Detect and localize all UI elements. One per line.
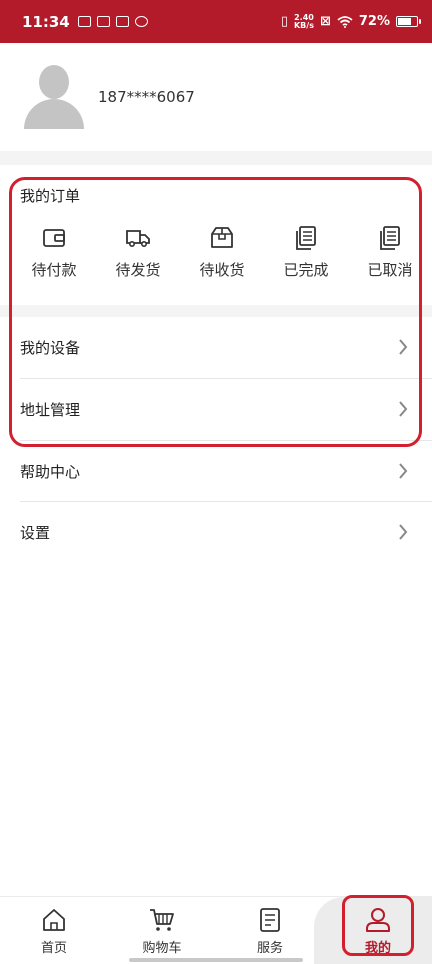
chevron-right-icon <box>399 401 408 417</box>
truck-icon <box>126 230 150 247</box>
menu-item-settings[interactable]: 设置 <box>0 502 432 563</box>
home-indicator[interactable] <box>129 958 303 962</box>
menu-item-address[interactable]: 地址管理 <box>0 379 432 440</box>
user-icon <box>366 908 390 932</box>
net-speed: 2.40 KB/s <box>293 12 314 30</box>
order-label: 待付款 <box>31 261 77 279</box>
menu-item-my-devices[interactable]: 我的设备 <box>0 317 432 378</box>
order-label: 已完成 <box>283 261 329 279</box>
menu-item-label: 帮助中心 <box>20 463 81 481</box>
menu-item-label: 设置 <box>20 524 51 542</box>
menu-item-help[interactable]: 帮助中心 <box>0 441 432 502</box>
chevron-right-icon <box>399 524 408 540</box>
order-pending-shipment[interactable]: 待发货 <box>96 225 180 280</box>
status-right: ▯ 2.40 KB/s ⊠ 72% <box>280 12 421 30</box>
tab-label: 服务 <box>256 941 283 956</box>
tab-cart[interactable]: 购物车 <box>134 897 190 964</box>
status-bar: 11:34 ▯ 2.40 KB/s ⊠ 72% <box>0 0 432 43</box>
section-gap <box>0 305 432 317</box>
my-orders-section: 我的订单 待付款 待发货 待收货 已完成 已取消 <box>0 165 432 305</box>
phone-number: 187****6067 <box>98 88 195 106</box>
sim-off-icon: ⊠ <box>319 14 331 29</box>
mail-icon <box>77 16 91 27</box>
bottom-tab-bar: 首页 购物车 服务 我的 <box>0 896 432 964</box>
orders-title: 我的订单 <box>20 187 81 205</box>
document-icon <box>296 226 316 250</box>
tab-label: 购物车 <box>142 941 182 956</box>
order-pending-receipt[interactable]: 待收货 <box>180 225 264 280</box>
vibrate-icon: ▯ <box>280 14 288 29</box>
home-icon <box>43 909 65 931</box>
wifi-icon <box>337 15 353 28</box>
box-icon <box>211 227 233 248</box>
section-gap <box>0 151 432 165</box>
chevron-right-icon <box>399 463 408 479</box>
tab-label: 首页 <box>40 941 67 956</box>
menu-item-label: 地址管理 <box>20 401 81 419</box>
chevron-right-icon <box>399 339 408 355</box>
video-app-icon <box>96 16 110 27</box>
tab-service[interactable]: 服务 <box>247 897 293 964</box>
order-label: 待收货 <box>199 261 245 279</box>
order-cancelled[interactable]: 已取消 <box>348 225 432 280</box>
order-label: 已取消 <box>367 261 413 279</box>
wallet-icon <box>43 229 65 247</box>
tab-label: 我的 <box>364 941 391 956</box>
status-time: 11:34 <box>22 12 70 31</box>
order-pending-payment[interactable]: 待付款 <box>12 225 96 280</box>
notification-icons <box>77 16 148 27</box>
order-label: 待发货 <box>115 261 161 279</box>
tab-mine[interactable]: 我的 <box>353 897 403 964</box>
tab-home[interactable]: 首页 <box>31 897 77 964</box>
order-completed[interactable]: 已完成 <box>264 225 348 280</box>
avatar[interactable] <box>24 65 84 129</box>
battery-percent: 72% <box>358 14 390 29</box>
service-icon <box>260 908 280 932</box>
profile-header[interactable]: 187****6067 <box>0 43 432 151</box>
battery-icon <box>396 16 421 27</box>
link-app-icon <box>134 16 148 27</box>
order-status-row: 待付款 待发货 待收货 已完成 已取消 <box>0 225 432 280</box>
document-icon <box>380 226 400 250</box>
menu-item-label: 我的设备 <box>20 339 81 357</box>
cart-icon <box>150 909 174 931</box>
shop-app-icon <box>115 16 129 27</box>
